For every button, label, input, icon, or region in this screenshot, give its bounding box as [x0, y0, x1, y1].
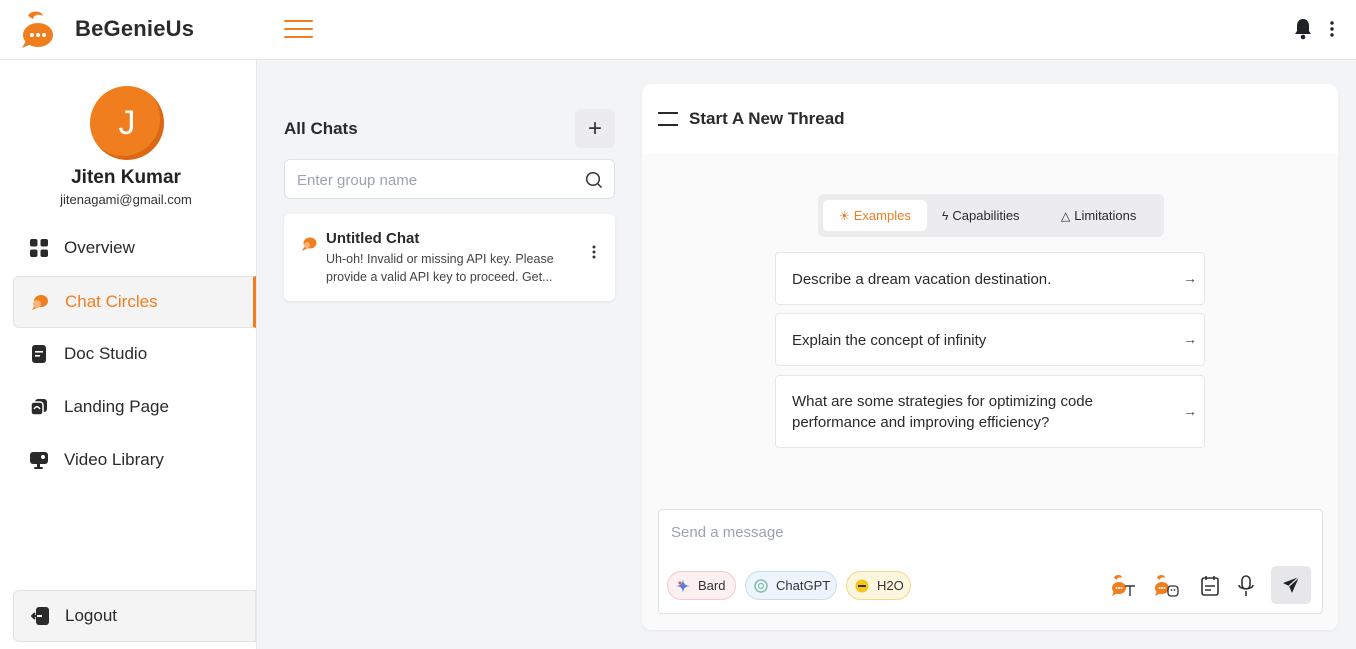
- chat-snippet: Uh-oh! Invalid or missing API key. Pleas…: [326, 252, 554, 284]
- model-chip-h2o[interactable]: H2O: [846, 571, 911, 600]
- message-input[interactable]: [671, 524, 1301, 548]
- brand-name: BeGenieUs: [75, 16, 195, 41]
- search-icon[interactable]: [585, 171, 603, 189]
- arrow-right-icon: →: [1183, 403, 1197, 419]
- sun-icon: ☀: [839, 208, 850, 223]
- thread-header: Start A New Thread: [642, 84, 1338, 154]
- menu-toggle-icon[interactable]: [284, 19, 313, 40]
- arrow-right-icon: →: [1183, 331, 1197, 347]
- all-chats-title: All Chats: [284, 119, 358, 138]
- sidebar-item-label: Doc Studio: [64, 344, 148, 363]
- sidebar-item-label: Chat Circles: [65, 292, 158, 311]
- model-chip-label: H2O: [877, 578, 904, 593]
- more-options-icon[interactable]: [1327, 20, 1337, 38]
- sidebar-item-label: Video Library: [64, 450, 164, 469]
- thread-panel: Start A New Thread ☀ Examples ϟ Capabili…: [642, 84, 1338, 630]
- monitor-icon: [30, 451, 48, 469]
- example-text: Describe a dream vacation destination.: [792, 271, 1052, 288]
- logout-label: Logout: [65, 606, 117, 625]
- genie-image-icon[interactable]: [1153, 574, 1179, 598]
- bolt-icon: ϟ: [942, 208, 949, 223]
- example-prompt[interactable]: What are some strategies for optimizing …: [775, 375, 1205, 448]
- model-chip-bard[interactable]: Bard: [667, 571, 736, 600]
- tab-label: Capabilities: [952, 208, 1020, 223]
- sidebar-item-doc-studio[interactable]: Doc Studio: [13, 328, 256, 380]
- chat-options-icon[interactable]: [590, 244, 598, 260]
- model-chip-label: Bard: [698, 578, 726, 593]
- sidebar-item-landing-page[interactable]: Landing Page: [13, 381, 256, 433]
- example-prompt[interactable]: Describe a dream vacation destination. →: [775, 252, 1205, 305]
- top-bar: BeGenieUs: [0, 0, 1356, 60]
- add-chat-button[interactable]: +: [575, 109, 615, 148]
- document-icon: [30, 345, 48, 363]
- model-chip-chatgpt[interactable]: ChatGPT: [745, 571, 837, 600]
- begenieus-logo-icon[interactable]: [16, 10, 58, 50]
- sidebar: J Jiten Kumar jitenagami@gmail.com Overv…: [0, 60, 257, 649]
- sidebar-item-video-library[interactable]: Video Library: [13, 434, 256, 486]
- notes-icon[interactable]: [1197, 574, 1223, 598]
- grid-icon: [30, 239, 48, 257]
- tab-capabilities[interactable]: ϟ Capabilities: [936, 200, 1036, 231]
- example-prompt[interactable]: Explain the concept of infinity →: [775, 313, 1205, 366]
- avatar[interactable]: J: [90, 86, 164, 160]
- chat-title: Untitled Chat: [326, 230, 420, 247]
- sidebar-item-label: Landing Page: [64, 397, 169, 416]
- thread-tabs: ☀ Examples ϟ Capabilities △ Limitations: [818, 194, 1164, 237]
- logout-icon: [31, 607, 49, 625]
- tab-label: Examples: [853, 208, 911, 223]
- chat-list-item[interactable]: Untitled Chat Uh-oh! Invalid or missing …: [284, 214, 615, 301]
- model-chip-label: ChatGPT: [776, 578, 831, 593]
- send-button[interactable]: [1271, 566, 1311, 604]
- sidebar-item-overview[interactable]: Overview: [13, 222, 256, 274]
- genie-text-icon[interactable]: [1110, 574, 1136, 598]
- pages-icon: [30, 398, 48, 416]
- logout-button[interactable]: Logout: [13, 590, 256, 642]
- arrow-right-icon: →: [1183, 270, 1197, 286]
- tab-label: Limitations: [1074, 208, 1137, 223]
- user-email: jitenagami@gmail.com: [60, 192, 192, 207]
- warning-icon: △: [1061, 208, 1071, 223]
- h2o-icon: [855, 579, 869, 592]
- chat-bubbles-icon: [302, 237, 317, 251]
- bard-icon: [676, 578, 690, 593]
- example-text: What are some strategies for optimizing …: [792, 393, 1093, 431]
- send-icon: [1283, 576, 1300, 593]
- tab-limitations[interactable]: △ Limitations: [1055, 200, 1155, 231]
- chat-bubbles-icon: [31, 293, 49, 311]
- tab-examples[interactable]: ☀ Examples: [823, 200, 927, 231]
- sidebar-item-label: Overview: [64, 238, 135, 257]
- sidebar-item-chat-circles[interactable]: Chat Circles: [13, 276, 256, 328]
- chatgpt-icon: [754, 578, 768, 593]
- thread-list-icon[interactable]: [658, 111, 678, 127]
- bell-icon[interactable]: [1294, 18, 1312, 40]
- microphone-icon[interactable]: [1233, 574, 1259, 598]
- example-text: Explain the concept of infinity: [792, 332, 987, 349]
- user-name: Jiten Kumar: [71, 167, 181, 188]
- thread-title: Start A New Thread: [689, 109, 845, 128]
- group-search: [284, 159, 615, 199]
- group-search-input[interactable]: [297, 169, 567, 191]
- message-composer: Bard ChatGPT H2O: [658, 509, 1323, 614]
